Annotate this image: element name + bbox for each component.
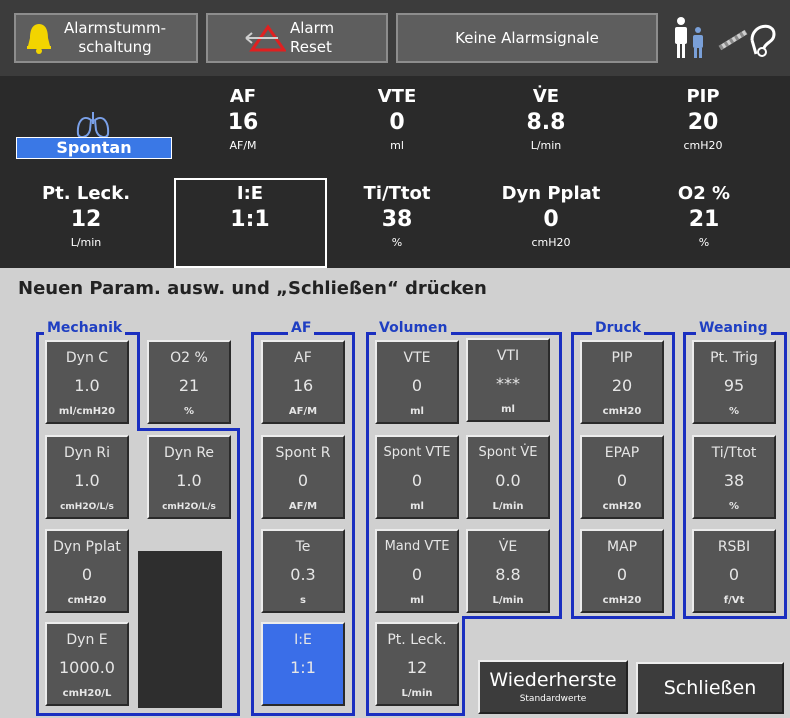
restore-defaults-sublabel: Standardwerte bbox=[519, 694, 587, 704]
param-o2[interactable]: O2 % 21% bbox=[147, 340, 231, 424]
alarm-silence-label: Alarmstumm- schaltung bbox=[64, 19, 166, 56]
param-dyn-pplat[interactable]: Dyn Pplat 0 cmH20 bbox=[45, 529, 129, 613]
group-label-volumen: Volumen bbox=[376, 320, 451, 336]
param-dyn-re[interactable]: Dyn Re 1.0 cmH2O/L/s bbox=[147, 435, 231, 519]
close-label: Schließen bbox=[663, 677, 757, 699]
top-toolbar: Alarmstumm- schaltung Alarm Reset Keine … bbox=[0, 0, 790, 76]
param-pip[interactable]: PIP 20 cmH20 bbox=[580, 340, 664, 424]
mode-badge: Spontan bbox=[16, 137, 172, 159]
param-pt-leck[interactable]: Pt. Leck. 12 L/min bbox=[375, 622, 459, 706]
group-label-mechanik: Mechanik bbox=[44, 320, 126, 336]
patient-icon bbox=[672, 16, 710, 60]
monitor-ti-ttot: Ti/Ttot 38% bbox=[363, 183, 431, 249]
param-map[interactable]: MAP 0 cmH20 bbox=[580, 529, 664, 613]
param-te[interactable]: Te 0.3 s bbox=[261, 529, 345, 613]
param-dyn-ri[interactable]: Dyn Ri 1.0 cmH2O/L/s bbox=[45, 435, 129, 519]
bell-icon bbox=[26, 22, 52, 54]
param-pt-trig[interactable]: Pt. Trig 95% bbox=[692, 340, 776, 424]
param-dyn-c[interactable]: Dyn C 1.0 ml/cmH20 bbox=[45, 340, 129, 424]
lungs-icon bbox=[75, 110, 111, 140]
param-vti[interactable]: VTI *** ml bbox=[466, 338, 550, 422]
param-vte[interactable]: VTE 0 ml bbox=[375, 340, 459, 424]
param-spont-vte[interactable]: Spont VTE 0 ml bbox=[375, 435, 459, 519]
monitor-pip: PIP 20 cmH20 bbox=[683, 86, 723, 152]
monitor-ie: I:E 1:1 bbox=[230, 183, 270, 232]
group-label-af: AF bbox=[288, 320, 315, 336]
monitor-panel: Spontan AF 16 AF/M VTE 0 ml V̇E 8.8 L/min PIP 2… bbox=[0, 76, 790, 268]
circuit-icon bbox=[718, 16, 780, 60]
close-button[interactable]: Schließen bbox=[636, 662, 784, 714]
restore-defaults-label: Wiederherste bbox=[489, 669, 617, 691]
monitor-pt-leck: Pt. Leck. 12 L/min bbox=[41, 183, 131, 249]
param-ti-ttot[interactable]: Ti/Ttot 38% bbox=[692, 435, 776, 519]
param-epap[interactable]: EPAP 0 cmH20 bbox=[580, 435, 664, 519]
empty-slot bbox=[138, 551, 222, 708]
alarm-reset-label: Alarm Reset bbox=[290, 19, 335, 56]
param-ve[interactable]: V̇E 8.8 L/min bbox=[466, 529, 550, 613]
param-ie-selected[interactable]: I:E 1:1 bbox=[261, 622, 345, 706]
param-spont-r[interactable]: Spont R 0 AF/M bbox=[261, 435, 345, 519]
alarm-status-text: Keine Alarmsignale bbox=[455, 29, 599, 47]
param-mand-vte[interactable]: Mand VTE 0 ml bbox=[375, 529, 459, 613]
group-label-weaning: Weaning bbox=[696, 320, 771, 336]
param-dyn-e[interactable]: Dyn E 1000.0 cmH20/L bbox=[45, 622, 129, 706]
param-af[interactable]: AF 16 AF/M bbox=[261, 340, 345, 424]
monitor-af: AF 16 AF/M bbox=[227, 86, 259, 152]
param-rsbi[interactable]: RSBI 0 f/Vt bbox=[692, 529, 776, 613]
monitor-o2: O2 % 21% bbox=[677, 183, 731, 249]
mode-label: Spontan bbox=[56, 138, 132, 157]
restore-defaults-button[interactable]: Wiederherste Standardwerte bbox=[478, 660, 628, 714]
monitor-ve: V̇E 8.8 L/min bbox=[526, 86, 566, 152]
param-spont-ve[interactable]: Spont V̇E 0.0 L/min bbox=[466, 435, 550, 519]
monitor-dyn-pplat: Dyn Pplat 0 cmH20 bbox=[501, 183, 601, 249]
alarm-silence-button[interactable]: Alarmstumm- schaltung bbox=[14, 13, 198, 63]
monitor-vte: VTE 0 ml bbox=[377, 86, 417, 152]
group-label-druck: Druck bbox=[592, 320, 645, 336]
instruction-text: Neuen Param. ausw. und „Schließen“ drück… bbox=[18, 278, 487, 299]
alarm-status-display: Keine Alarmsignale bbox=[396, 13, 658, 63]
alarm-reset-icon bbox=[244, 24, 287, 52]
alarm-reset-button[interactable]: Alarm Reset bbox=[206, 13, 388, 63]
